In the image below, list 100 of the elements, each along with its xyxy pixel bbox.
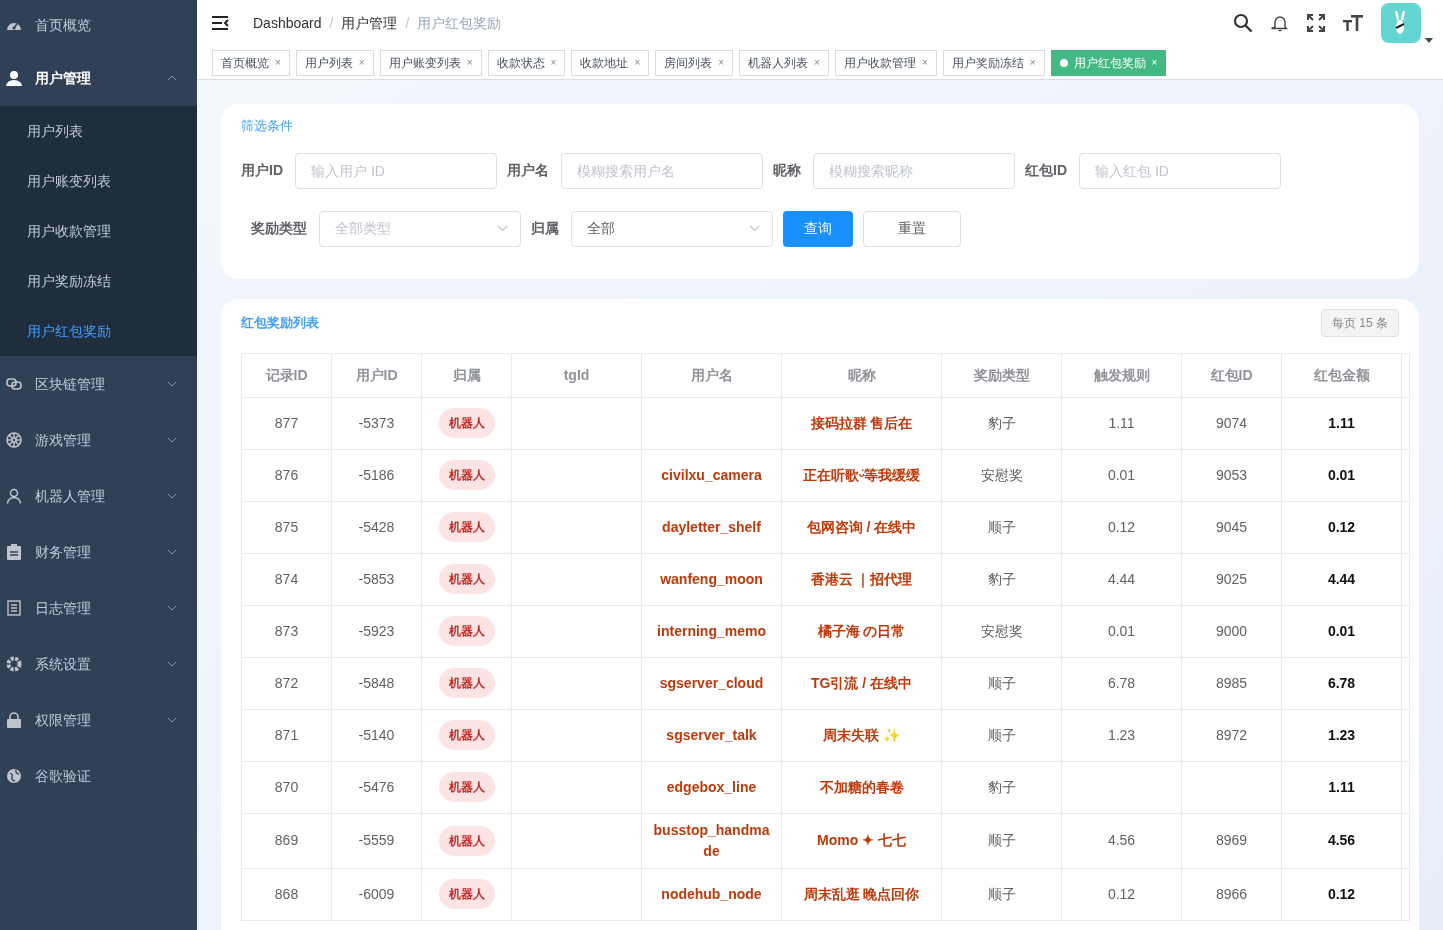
tab[interactable]: 用户列表 × <box>295 49 374 76</box>
sidebar-item[interactable]: 财务管理 <box>0 524 197 580</box>
table-cell: -5373 <box>358 414 395 431</box>
sidebar-item[interactable]: 用户管理 <box>0 50 197 106</box>
breadcrumb-link[interactable]: 用户管理 <box>341 12 398 34</box>
clipboard-icon <box>7 544 21 560</box>
input-field[interactable]: 输入红包 ID <box>1079 152 1281 189</box>
input-field[interactable]: 输入用户 ID <box>295 152 497 189</box>
table-cell: 4.44 <box>1327 570 1356 587</box>
table-cell: 顺子 <box>987 726 1016 743</box>
tab[interactable]: 机器人列表 × <box>739 49 829 76</box>
close-icon[interactable]: × <box>921 55 928 70</box>
menu-icon[interactable] <box>211 15 229 31</box>
table-cell: 0.12 <box>1107 518 1136 535</box>
sidebar-item[interactable]: 用户收款管理 <box>0 206 197 256</box>
sidebar-item[interactable]: 用户奖励冻结 <box>0 256 197 306</box>
tab[interactable]: 收款地址 × <box>571 49 650 76</box>
table-cell: 6.78 <box>1327 674 1356 691</box>
user-icon <box>6 70 22 86</box>
column-header: 用户名 <box>641 353 782 397</box>
lock-icon <box>7 712 21 728</box>
close-icon[interactable]: × <box>466 55 473 70</box>
table-cell: 8966 <box>1215 885 1248 902</box>
table-cell: 1.11 <box>1328 414 1355 431</box>
field-label: 奖励类型 <box>251 219 307 238</box>
fullscreen-icon[interactable] <box>1307 14 1325 32</box>
sidebar-item[interactable]: 日志管理 <box>0 580 197 636</box>
table-cell: 8969 <box>1215 832 1248 848</box>
table-cell: -5428 <box>358 518 395 535</box>
table-cell: 9074 <box>1215 414 1248 431</box>
column-header: tgId <box>511 353 642 397</box>
owner-tag: 机器人 <box>438 720 495 750</box>
sidebar-item[interactable]: 机器人管理 <box>0 468 197 524</box>
breadcrumb-separator: / <box>329 13 334 33</box>
sidebar-item[interactable]: 用户列表 <box>0 106 197 156</box>
tab[interactable]: 用户收款管理 × <box>834 49 937 76</box>
table-cell: 顺子 <box>987 674 1016 691</box>
owner-tag: 机器人 <box>438 772 495 802</box>
close-icon[interactable]: × <box>718 55 725 70</box>
sidebar-item[interactable]: 游戏管理 <box>0 412 197 468</box>
owner-tag: 机器人 <box>438 616 495 646</box>
select-field[interactable]: 全部 <box>571 210 773 247</box>
tab[interactable]: 收款状态 × <box>487 49 566 76</box>
sidebar-item[interactable]: 区块链管理 <box>0 356 197 412</box>
field-label: 用户ID <box>241 161 283 180</box>
sidebar-item[interactable]: 权限管理 <box>0 692 197 748</box>
table-cell: 豹子 <box>987 778 1016 795</box>
wheel-icon <box>6 432 22 448</box>
close-icon[interactable]: × <box>814 55 820 70</box>
table-cell: 豹子 <box>987 570 1016 587</box>
table-cell: 1.11 <box>1108 414 1135 431</box>
table-cell: 0.01 <box>1107 622 1136 639</box>
close-icon[interactable]: × <box>634 55 641 70</box>
table-cell: -5476 <box>358 778 395 795</box>
sidebar-item[interactable]: 用户账变列表 <box>0 156 197 206</box>
close-icon[interactable]: × <box>358 55 365 70</box>
search-icon[interactable] <box>1233 13 1253 33</box>
tab[interactable]: 首页概览 × <box>212 49 290 76</box>
owner-tag: 机器人 <box>438 668 495 698</box>
caret-icon[interactable] <box>1425 38 1433 43</box>
column-header: 奖励类型 <box>941 353 1062 397</box>
table-cell: busstop_handmade <box>653 821 770 859</box>
tab[interactable]: 房间列表 × <box>655 49 734 76</box>
gear-icon <box>6 656 22 672</box>
table-cell: nodehub_node <box>661 885 762 902</box>
table-cell: 8972 <box>1215 726 1248 743</box>
user-icon <box>6 488 22 504</box>
table-cell: 4.56 <box>1107 832 1136 848</box>
table-cell: 875 <box>274 518 299 535</box>
owner-tag: 机器人 <box>438 879 495 909</box>
table-cell: 872 <box>274 674 299 691</box>
tab[interactable]: 用户账变列表 × <box>379 49 482 76</box>
breadcrumb-link[interactable]: Dashboard <box>253 12 322 34</box>
reset-button[interactable]: 重置 <box>863 210 961 247</box>
font-size-icon[interactable] <box>1343 14 1363 32</box>
table-cell: 876 <box>274 466 299 483</box>
table-cell: -5853 <box>358 570 395 587</box>
table-cell: 9045 <box>1215 518 1248 535</box>
close-icon[interactable]: × <box>550 55 557 70</box>
table-cell: 安慰奖 <box>980 622 1023 639</box>
table-cell: 0.01 <box>1107 466 1136 483</box>
sidebar-item[interactable]: 用户红包奖励 <box>0 306 197 356</box>
table-cell: 包网咨询 / 在线中 <box>806 518 917 535</box>
bell-icon[interactable] <box>1271 14 1289 32</box>
tab[interactable]: 用户奖励冻结 × <box>942 49 1045 76</box>
sidebar-item[interactable]: 系统设置 <box>0 636 197 692</box>
table-cell: wanfeng_moon <box>660 570 763 587</box>
close-icon[interactable]: × <box>275 55 281 70</box>
table-cell: 6.78 <box>1107 674 1136 691</box>
input-field[interactable]: 模糊搜索用户名 <box>561 152 763 189</box>
close-icon[interactable]: × <box>1029 55 1036 70</box>
table-cell: 869 <box>274 832 299 848</box>
document-icon <box>7 600 21 616</box>
owner-tag: 机器人 <box>438 825 495 856</box>
page-size-label: 每页 15 条 <box>1321 308 1399 337</box>
input-field[interactable]: 模糊搜索昵称 <box>813 152 1015 189</box>
table-cell: 正在听歌ᵕ̈等我缓缓 <box>802 466 921 483</box>
owner-tag: 机器人 <box>438 564 495 594</box>
sidebar-item[interactable]: 首页概览 <box>0 0 197 50</box>
sidebar-item[interactable]: 谷歌验证 <box>0 748 197 804</box>
